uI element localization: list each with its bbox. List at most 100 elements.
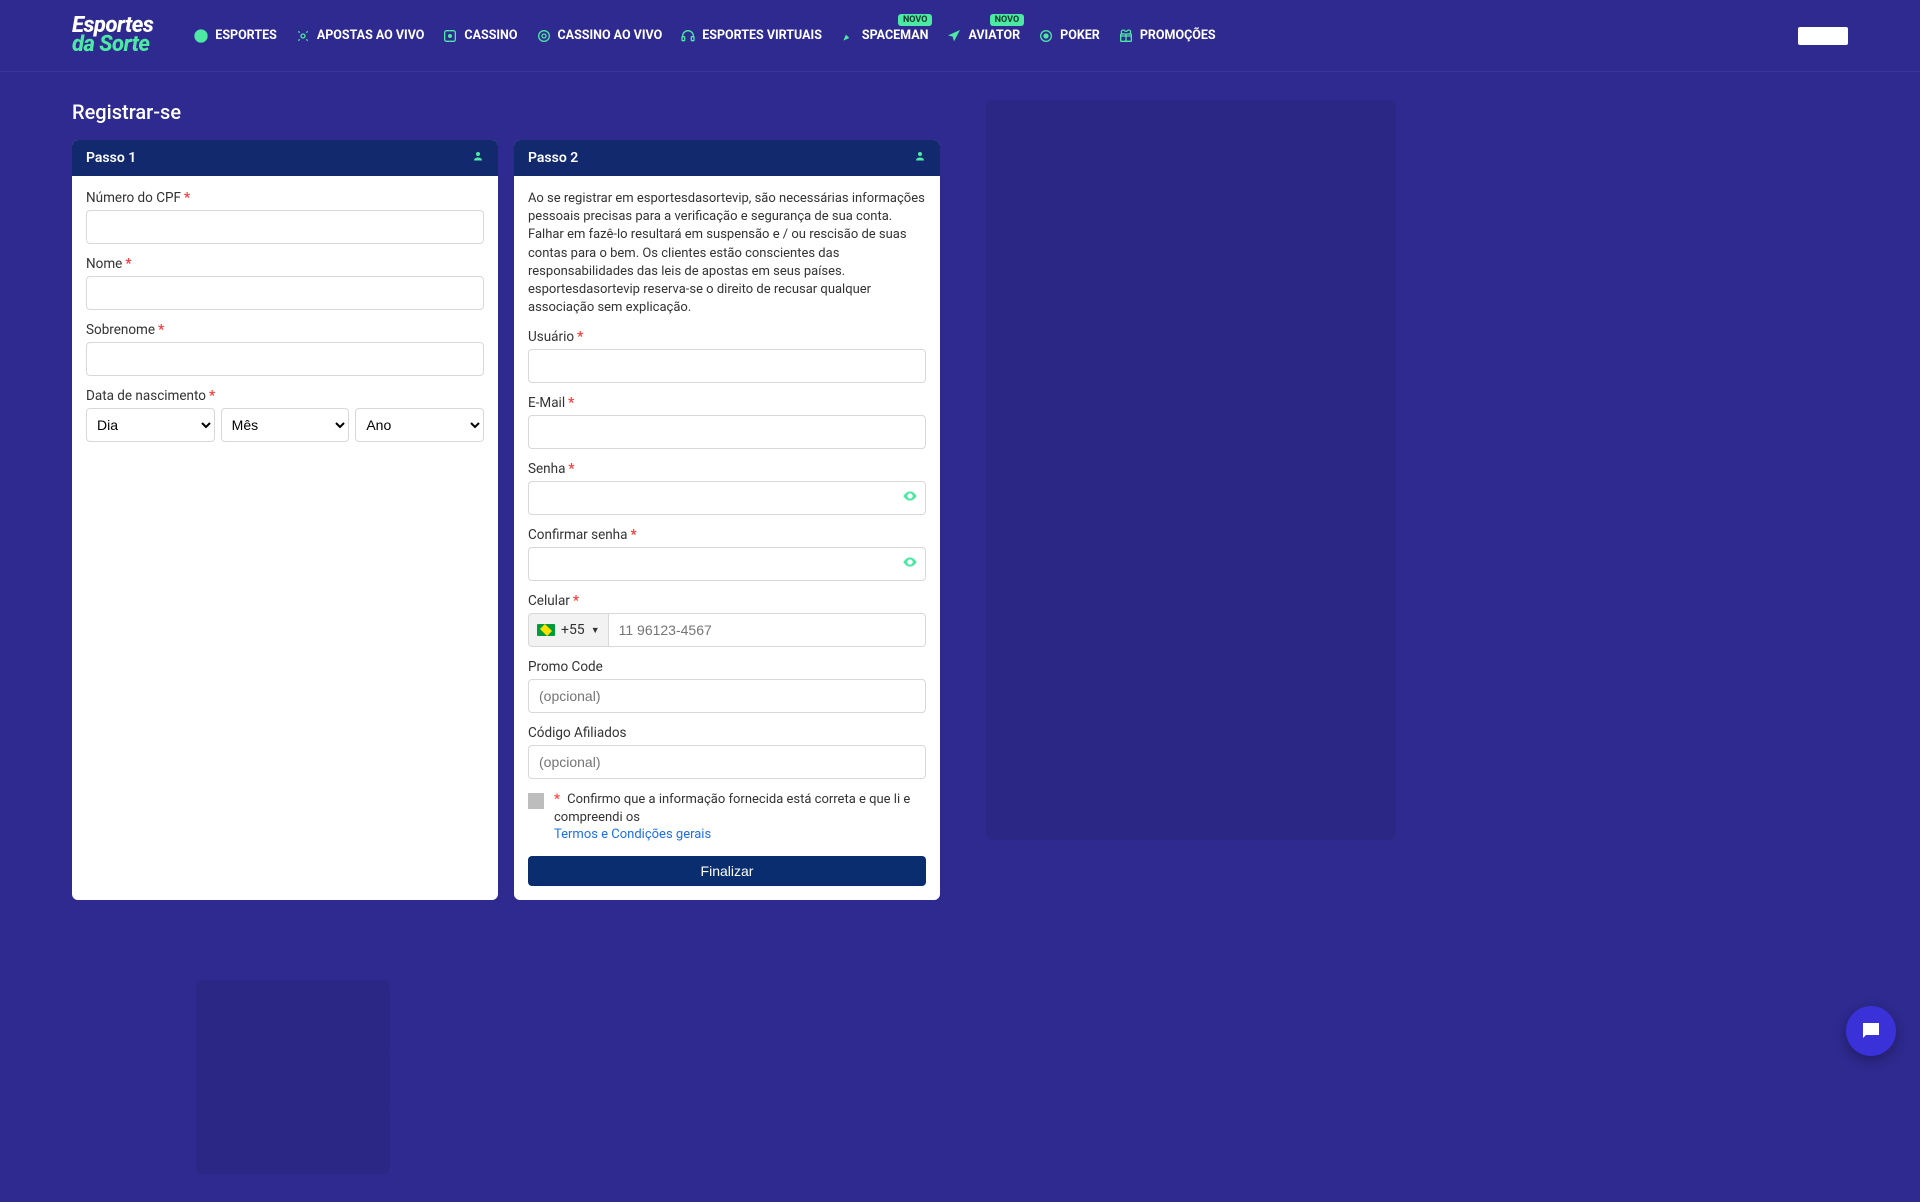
nav-label: PROMOÇÕES <box>1140 28 1216 43</box>
nav-label: CASSINO AO VIVO <box>558 28 663 43</box>
afiliados-input[interactable] <box>528 745 926 779</box>
senha-input[interactable] <box>528 481 926 515</box>
dice-icon <box>442 28 458 44</box>
nav-poker[interactable]: POKER <box>1038 28 1100 44</box>
target-icon <box>1038 28 1054 44</box>
nav-label: POKER <box>1060 28 1100 43</box>
chip-icon <box>536 28 552 44</box>
nav-apostas-ao-vivo[interactable]: APOSTAS AO VIVO <box>295 28 425 44</box>
nav-label: APOSTAS AO VIVO <box>317 28 425 43</box>
senha-field: Senha* <box>528 461 926 515</box>
eye-icon[interactable] <box>902 554 918 574</box>
header-right <box>1798 27 1848 45</box>
promo-label: Promo Code <box>528 659 926 675</box>
nome-label: Nome* <box>86 256 484 272</box>
nav-label: ESPORTES VIRTUAIS <box>702 28 822 43</box>
sobrenome-input[interactable] <box>86 342 484 376</box>
dob-month-select[interactable]: Mês <box>221 408 350 442</box>
page-title: Registrar-se <box>72 100 940 124</box>
dob-year-select[interactable]: Ano <box>355 408 484 442</box>
novo-badge: Novo <box>990 14 1025 26</box>
user-icon <box>472 150 484 166</box>
nav-esportes-virtuais[interactable]: ESPORTES VIRTUAIS <box>680 28 822 44</box>
live-icon <box>295 28 311 44</box>
plane-icon <box>946 28 962 44</box>
confirmar-input[interactable] <box>528 547 926 581</box>
steps-row: Passo 1 Número do CPF* Nome* S <box>72 140 940 900</box>
shield-icon: ! <box>193 28 209 44</box>
usuario-label: Usuário* <box>528 329 926 345</box>
nav-cassino[interactable]: CASSINO <box>442 28 517 44</box>
novo-badge: Novo <box>898 14 933 26</box>
main-nav: ! ESPORTES APOSTAS AO VIVO CASSINO CASSI… <box>193 28 1215 44</box>
page-body: Registrar-se Passo 1 Número do CPF* N <box>0 72 1920 1202</box>
nav-label: CASSINO <box>464 28 517 43</box>
disclaimer-text: Ao se registrar em esportesdasortevip, s… <box>528 190 926 317</box>
dob-field: Data de nascimento* Dia Mês Ano <box>86 388 484 442</box>
email-input[interactable] <box>528 415 926 449</box>
promo-sidebar[interactable] <box>986 100 1396 840</box>
step1-header: Passo 1 <box>72 140 498 176</box>
email-label: E-Mail* <box>528 395 926 411</box>
eye-icon[interactable] <box>902 488 918 508</box>
celular-field: Celular* +55 ▼ <box>528 593 926 647</box>
chat-fab[interactable] <box>1846 1006 1896 1056</box>
nav-esportes[interactable]: ! ESPORTES <box>193 28 277 44</box>
email-field: E-Mail* <box>528 395 926 449</box>
phone-prefix-text: +55 <box>561 622 585 638</box>
brand-logo[interactable]: Esportes da Sorte <box>72 17 153 54</box>
promo-field: Promo Code <box>528 659 926 713</box>
step2-card: Passo 2 Ao se registrar em esportesdasor… <box>514 140 940 900</box>
user-icon <box>914 150 926 166</box>
forms-column: Registrar-se Passo 1 Número do CPF* N <box>72 100 940 1174</box>
nav-aviator[interactable]: Novo AVIATOR <box>946 28 1020 44</box>
usuario-field: Usuário* <box>528 329 926 383</box>
nav-cassino-ao-vivo[interactable]: CASSINO AO VIVO <box>536 28 663 44</box>
sobrenome-label: Sobrenome* <box>86 322 484 338</box>
cpf-field: Número do CPF* <box>86 190 484 244</box>
step1-card: Passo 1 Número do CPF* Nome* S <box>72 140 498 900</box>
dob-day-select[interactable]: Dia <box>86 408 215 442</box>
finalize-button[interactable]: Finalizar <box>528 856 926 886</box>
senha-label: Senha* <box>528 461 926 477</box>
gift-icon <box>1118 28 1134 44</box>
flag-br-icon <box>537 624 555 636</box>
confirmar-label: Confirmar senha* <box>528 527 926 543</box>
afiliados-field: Código Afiliados <box>528 725 926 779</box>
headset-icon <box>680 28 696 44</box>
promo-input[interactable] <box>528 679 926 713</box>
chevron-down-icon: ▼ <box>591 625 600 636</box>
terms-row: * Confirmo que a informação fornecida es… <box>528 791 926 844</box>
celular-label: Celular* <box>528 593 926 609</box>
afiliados-label: Código Afiliados <box>528 725 926 741</box>
celular-input[interactable] <box>608 613 926 647</box>
step2-header: Passo 2 <box>514 140 940 176</box>
nav-spaceman[interactable]: Novo SPACEMAN <box>840 28 929 44</box>
sobrenome-field: Sobrenome* <box>86 322 484 376</box>
brand-bottom: da Sorte <box>72 36 153 55</box>
step2-title: Passo 2 <box>528 150 578 166</box>
step2-body: Ao se registrar em esportesdasortevip, s… <box>514 176 940 900</box>
promo-tile[interactable] <box>196 980 390 1174</box>
top-header: Esportes da Sorte ! ESPORTES APOSTAS AO … <box>0 0 1920 72</box>
terms-text: * Confirmo que a informação fornecida es… <box>554 791 926 844</box>
phone-prefix-selector[interactable]: +55 ▼ <box>528 613 608 647</box>
terms-link[interactable]: Termos e Condições gerais <box>554 826 926 844</box>
usuario-input[interactable] <box>528 349 926 383</box>
nav-label: ESPORTES <box>215 28 277 43</box>
cpf-label: Número do CPF* <box>86 190 484 206</box>
terms-checkbox[interactable] <box>528 793 544 809</box>
step1-title: Passo 1 <box>86 150 136 166</box>
login-placeholder[interactable] <box>1798 27 1848 45</box>
nav-label: AVIATOR <box>968 28 1020 43</box>
confirmar-field: Confirmar senha* <box>528 527 926 581</box>
cpf-input[interactable] <box>86 210 484 244</box>
rocket-icon <box>840 28 856 44</box>
dob-selects: Dia Mês Ano <box>86 408 484 442</box>
nav-label: SPACEMAN <box>862 28 929 43</box>
nome-field: Nome* <box>86 256 484 310</box>
nome-input[interactable] <box>86 276 484 310</box>
dob-label: Data de nascimento* <box>86 388 484 404</box>
nav-promocoes[interactable]: PROMOÇÕES <box>1118 28 1216 44</box>
step1-body: Número do CPF* Nome* Sobrenome* Data de … <box>72 176 498 456</box>
